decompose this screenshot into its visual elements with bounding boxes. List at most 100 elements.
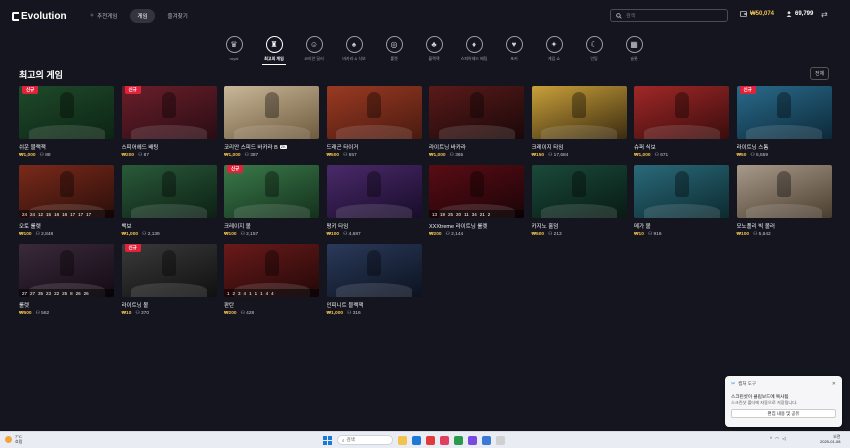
game-card[interactable]: 메가 볼 ₩10 ⚇ 916 <box>634 165 729 237</box>
game-thumbnail[interactable] <box>224 86 319 139</box>
weather-widget[interactable]: 7°C 흐림 <box>5 434 22 444</box>
category-label: 룰렛 <box>390 56 398 61</box>
category-3[interactable]: ♠ 바카라 & 식보 <box>334 36 374 62</box>
game-thumbnail[interactable]: 신규 <box>736 86 832 139</box>
category-2[interactable]: ☺ 코리안 딜러 <box>294 36 334 62</box>
search-input[interactable] <box>626 12 716 19</box>
game-thumbnail[interactable] <box>634 165 729 218</box>
category-5[interactable]: ♣ 블랙잭 <box>414 36 454 62</box>
taskbar-clock[interactable]: 오전 2025-01-08 <box>820 434 840 444</box>
chevron-up-icon[interactable]: ^ <box>770 436 772 442</box>
game-card[interactable]: 신규 쉬운 블랙잭 ₩1,000 ⚇ 88 <box>19 86 114 158</box>
wifi-icon[interactable]: ◠ <box>775 436 779 442</box>
game-card[interactable]: 24 24 12 15 16 16 17 17 17 오토 룰렛 ₩100 ⚇ 2,848 <box>19 165 114 237</box>
min-bet: ₩200 <box>121 153 135 158</box>
min-bet: ₩500 <box>531 232 545 237</box>
search-box[interactable] <box>610 9 728 22</box>
close-icon[interactable]: ✕ <box>832 381 836 387</box>
game-thumbnail[interactable] <box>531 165 627 218</box>
game-thumbnail[interactable]: 신규 <box>19 86 114 139</box>
game-thumbnail[interactable]: 신규 <box>121 244 217 297</box>
game-thumbnail[interactable]: 신규 <box>224 165 319 218</box>
game-card[interactable]: 13 19 25 20 11 34 21 2 XXXtreme 라이트닝 룰렛 ₩200 ⚇ 2,1… <box>429 165 524 237</box>
game-name-row: 라이트닝 볼 <box>122 301 217 309</box>
category-4[interactable]: ◎ 룰렛 <box>374 36 414 62</box>
result-number: 25 <box>448 211 454 217</box>
game-card[interactable]: 백보 ₩1,000 ⚇ 2,139 <box>121 165 217 237</box>
game-card[interactable]: 드래곤 타이거 ₩500 ⚇ 557 <box>326 86 422 158</box>
volume-icon[interactable]: ◁ <box>782 436 785 442</box>
taskbar-search[interactable]: ⌕ 검색 <box>337 435 393 445</box>
menu-button[interactable]: ⇄ <box>821 10 828 19</box>
game-name-row: 메가 볼 <box>634 222 729 230</box>
result-number: 2 <box>487 211 491 217</box>
game-card[interactable]: 1 2 3 4 1 1 1 4 4 판탄 ₩200 ⚇ 428 <box>224 244 319 316</box>
game-thumbnail[interactable]: 27 27 35 23 22 25 8 26 26 <box>19 244 114 297</box>
game-name: 라이트닝 스톰 <box>736 145 769 151</box>
game-meta: ₩1,000 ⚇ 671 <box>634 153 729 158</box>
game-card[interactable]: 라이트닝 바카라 ₩1,000 ⚇ 365 <box>429 86 524 158</box>
category-0[interactable]: ♛ royal <box>214 36 254 62</box>
game-card[interactable]: 모노폴리 빅 볼러 ₩100 ⚇ 5,642 <box>736 165 832 237</box>
game-card[interactable]: 27 27 35 23 22 25 8 26 26 룰렛 ₩500 ⚇ 562 <box>19 244 114 316</box>
game-thumbnail[interactable] <box>531 86 627 139</box>
taskbar-app-icon[interactable] <box>426 435 435 445</box>
game-card[interactable]: 신규 스피어헤드 배팅 ₩200 ⚇ 87 <box>121 86 217 158</box>
nav-item-1[interactable]: 게임 <box>130 9 155 23</box>
category-8[interactable]: ✦ 게임 쇼 <box>534 36 574 62</box>
edit-share-button[interactable]: 편집 내용 및 공유 <box>731 409 836 418</box>
taskbar-app-icon[interactable] <box>398 435 407 445</box>
view-all-button[interactable]: 전체 <box>810 67 830 80</box>
min-bet: ₩1,000 <box>19 153 36 158</box>
notification-toast: ✂ 캡처 도구 ✕ 스크린샷이 클립보드에 복사됨 스크린샷 폴더에 자동으로 … <box>725 376 842 427</box>
game-card[interactable]: 신규 라이트닝 볼 ₩10 ⚇ 370 <box>121 244 217 316</box>
game-card[interactable]: 크레이지 타임 ₩150 ⚇ 17,684 <box>531 86 627 158</box>
game-thumbnail[interactable]: 123411144 <box>224 244 319 297</box>
dealer-figure <box>572 92 586 118</box>
game-card[interactable]: 펑키 타임 ₩100 ⚇ 4,687 <box>326 165 422 237</box>
search-icon <box>616 12 622 19</box>
category-7[interactable]: ♥ 포커 <box>494 36 534 62</box>
evolution-logo[interactable]: Evolution <box>12 11 67 22</box>
nav-item-2[interactable]: 즐겨찾기 <box>161 9 195 23</box>
game-thumbnail[interactable] <box>326 165 422 218</box>
game-thumbnail[interactable] <box>736 165 832 218</box>
result-number: 27 <box>22 290 28 296</box>
game-card[interactable]: 신규 라이트닝 스톰 ₩50 ⚇ 5,559 <box>736 86 832 158</box>
windows-start-icon[interactable] <box>323 435 332 445</box>
taskbar-app-icon[interactable] <box>468 435 477 445</box>
category-6[interactable]: ♦ 스피어헤드 배팅 <box>454 36 494 62</box>
taskbar-search-label: 검색 <box>346 437 355 442</box>
result-number: 1 <box>254 290 258 296</box>
game-thumbnail[interactable]: 24 24 12 15 16 16 17 17 17 <box>19 165 114 218</box>
taskbar-app-icon[interactable] <box>454 435 463 445</box>
min-bet: ₩1,000 <box>121 232 139 237</box>
category-10[interactable]: ▦ 슬롯 <box>614 36 654 62</box>
taskbar-app-icon[interactable] <box>440 435 449 445</box>
taskbar-app-icon[interactable] <box>412 435 421 445</box>
game-card[interactable]: 슈퍼 식보 ₩1,000 ⚇ 671 <box>634 86 729 158</box>
game-thumbnail[interactable] <box>326 86 422 139</box>
game-card[interactable]: 인피니트 블랙잭 ₩1,000 ⚇ 316 <box>326 244 422 316</box>
game-thumbnail[interactable]: 신규 <box>121 86 217 139</box>
dealer-icon: ☺ <box>305 36 323 53</box>
game-thumbnail[interactable] <box>326 244 422 297</box>
player-count-value: 562 <box>41 311 50 316</box>
nav-item-0[interactable]: ✧ 추천게임 <box>83 9 125 23</box>
player-count-value: 213 <box>553 232 562 237</box>
game-thumbnail[interactable] <box>429 86 524 139</box>
taskbar-app-icon[interactable] <box>482 435 491 445</box>
game-name: 라이트닝 볼 <box>121 303 149 309</box>
game-card[interactable]: 코리안 스피드 바카라 B ZK ₩1,000 ⚇ 387 <box>224 86 319 158</box>
game-thumbnail[interactable]: 13 19 25 20 11 34 21 2 <box>429 165 524 218</box>
game-thumbnail[interactable] <box>634 86 729 139</box>
game-card[interactable]: 신규 크레이지 볼 ₩100 ⚇ 2,157 <box>224 165 319 237</box>
player-count-value: 370 <box>141 311 150 316</box>
game-thumbnail[interactable] <box>121 165 217 218</box>
game-table <box>643 125 720 139</box>
game-card[interactable]: 카지노 홀덤 ₩500 ⚇ 213 <box>531 165 627 237</box>
taskbar-app-icon[interactable] <box>496 435 505 445</box>
category-9[interactable]: ☾ 인팅 <box>574 36 614 62</box>
category-1[interactable]: ♜ 최고의 게임 <box>254 36 294 65</box>
result-number: 35 <box>38 290 44 296</box>
